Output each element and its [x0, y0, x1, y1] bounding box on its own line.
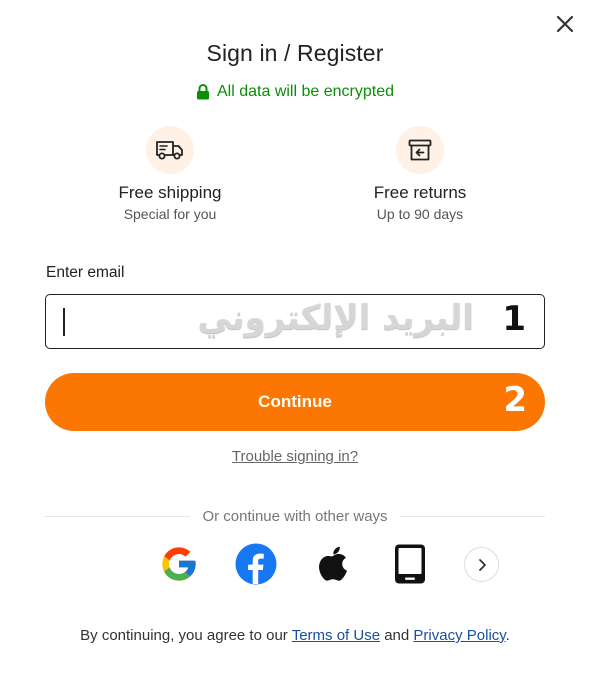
- perk-free-shipping: Free shipping Special for you: [80, 126, 260, 223]
- alternative-divider: Or continue with other ways: [45, 506, 545, 526]
- privacy-policy-link[interactable]: Privacy Policy: [413, 627, 505, 644]
- continue-button[interactable]: Continue 2: [45, 373, 545, 431]
- more-options-button[interactable]: [464, 547, 499, 582]
- email-field-box[interactable]: البريد الإلكتروني 1: [45, 294, 545, 349]
- dialog-title: Sign in / Register: [206, 40, 384, 66]
- google-icon: [162, 547, 196, 581]
- close-icon: [556, 15, 574, 33]
- perk-free-returns: Free returns Up to 90 days: [330, 126, 510, 223]
- legal-prefix: By continuing, you agree to our: [80, 627, 292, 644]
- divider-text: Or continue with other ways: [202, 507, 388, 525]
- apple-icon: [319, 546, 347, 581]
- email-label: Enter email: [46, 264, 125, 281]
- text-caret: [63, 308, 65, 336]
- lock-icon: [197, 84, 209, 100]
- perk-title: Free shipping: [118, 183, 222, 202]
- legal-suffix: .: [505, 627, 510, 644]
- terms-of-use-link[interactable]: Terms of Use: [292, 627, 380, 644]
- annotation-marker-2: 2: [503, 380, 527, 420]
- apple-sign-in-button[interactable]: [311, 542, 355, 586]
- perk-subtitle: Up to 90 days: [376, 206, 464, 222]
- legal-notice: By continuing, you agree to our Terms of…: [0, 627, 590, 644]
- phone-icon: [395, 544, 425, 584]
- perk-subtitle: Special for you: [123, 206, 217, 222]
- email-field[interactable]: [46, 295, 544, 348]
- perk-icon-wrap: [396, 126, 444, 174]
- sign-in-dialog: Sign in / Register All data will be encr…: [0, 0, 590, 691]
- chevron-right-icon: [478, 558, 486, 571]
- continue-label: Continue: [258, 392, 332, 411]
- divider-line: [399, 515, 545, 517]
- secure-note-text: All data will be encrypted: [217, 83, 394, 100]
- trouble-signing-in-link[interactable]: Trouble signing in?: [0, 448, 590, 465]
- legal-middle: and: [380, 627, 414, 644]
- phone-sign-in-button[interactable]: [388, 542, 432, 586]
- return-box-icon: [408, 139, 432, 161]
- perk-icon-wrap: [146, 126, 194, 174]
- truck-icon: [156, 141, 183, 160]
- facebook-sign-in-button[interactable]: [234, 542, 278, 586]
- facebook-icon: [235, 543, 277, 585]
- divider-line: [45, 515, 191, 517]
- google-sign-in-button[interactable]: [157, 542, 201, 586]
- close-button[interactable]: [549, 8, 581, 40]
- secure-note: All data will be encrypted: [0, 83, 590, 101]
- perk-title: Free returns: [373, 183, 467, 202]
